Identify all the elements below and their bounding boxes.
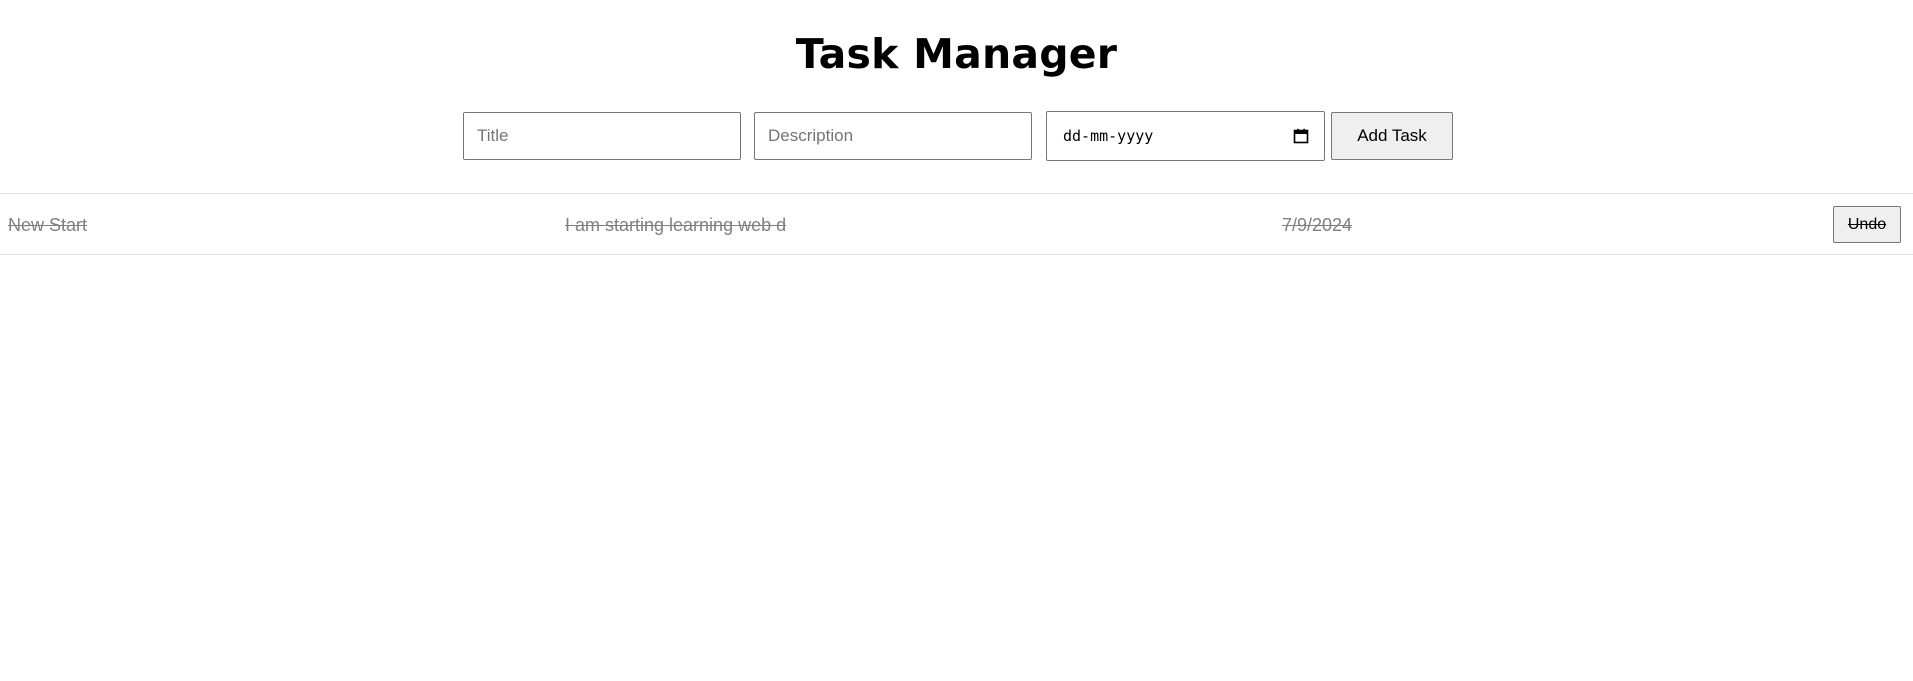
undo-button[interactable]: Undo xyxy=(1833,206,1901,243)
task-list: New Start I am starting learning web d 7… xyxy=(0,193,1913,255)
description-input[interactable] xyxy=(754,112,1032,160)
date-input[interactable]: dd-mm-yyyy xyxy=(1046,111,1325,161)
add-task-button[interactable]: Add Task xyxy=(1331,112,1453,160)
date-placeholder: dd-mm-yyyy xyxy=(1063,127,1154,145)
page-title: Task Manager xyxy=(795,30,1118,78)
task-form: dd-mm-yyyy Add Task xyxy=(0,111,1913,161)
calendar-icon[interactable] xyxy=(1293,128,1309,144)
title-input[interactable] xyxy=(463,112,741,160)
task-description: I am starting learning web d xyxy=(565,215,787,235)
task-row: New Start I am starting learning web d 7… xyxy=(0,193,1913,255)
task-title: New Start xyxy=(8,215,88,235)
task-date: 7/9/2024 xyxy=(1282,215,1353,235)
